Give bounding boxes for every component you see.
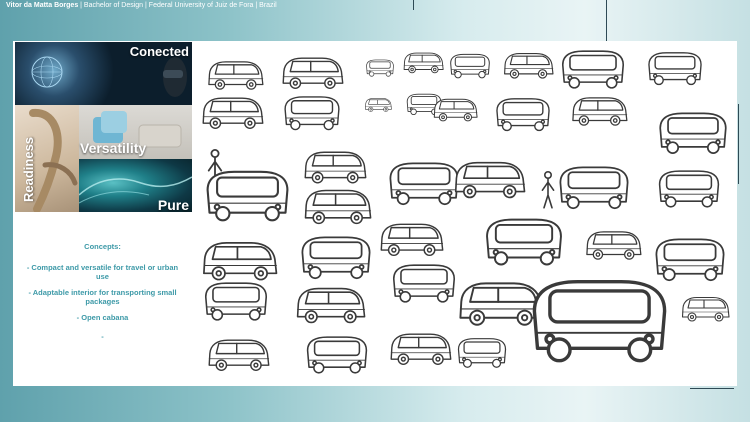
vehicle-sketch xyxy=(296,287,366,324)
vehicle-sketch xyxy=(486,218,562,266)
author-name: Vitor da Matta Borges xyxy=(6,2,79,9)
vehicle-sketch xyxy=(284,96,340,131)
vehicle-sketch xyxy=(559,166,629,210)
vehicle-sketch xyxy=(561,50,625,89)
vehicle-sketch xyxy=(403,52,444,74)
mood-word-connected: Conected xyxy=(129,44,189,59)
vehicle-sketch xyxy=(572,97,628,126)
vehicle-sketch xyxy=(457,338,507,368)
mood-word-pure: Pure xyxy=(157,197,189,212)
author-details: | Bachelor of Design | Federal Universit… xyxy=(80,2,277,9)
vehicle-sketch xyxy=(202,97,264,129)
page-header: Vitor da Matta Borges | Bachelor of Desi… xyxy=(6,2,277,9)
vehicle-sketch xyxy=(204,282,268,321)
vehicle-sketch xyxy=(203,242,278,281)
vehicle-sketch xyxy=(208,339,270,371)
vehicle-sketch xyxy=(304,151,367,184)
vehicle-sketch xyxy=(208,61,264,90)
vehicle-sketch xyxy=(365,98,392,112)
person-sketch xyxy=(541,171,555,209)
vehicle-sketch xyxy=(390,333,452,365)
vehicle-sketch xyxy=(301,236,371,280)
vehicle-sketch xyxy=(648,52,702,86)
vehicle-sketch xyxy=(392,264,456,303)
vehicle-sketch xyxy=(206,170,289,222)
vehicle-sketch xyxy=(282,57,344,89)
concept-item: - Adaptable interior for transporting sm… xyxy=(28,287,177,307)
moodboard: Conected Versatility Readiness Pure xyxy=(15,42,192,212)
concepts-title: Concepts: xyxy=(84,242,121,251)
vehicle-sketch xyxy=(681,296,730,322)
deco-line-bottom xyxy=(690,388,734,389)
concept-item: - Open cabana xyxy=(76,312,129,322)
vehicle-sketch xyxy=(380,223,444,257)
vehicle-sketch xyxy=(366,59,394,77)
mood-word-versatility: Versatility xyxy=(80,140,147,156)
vehicle-sketch xyxy=(433,98,478,122)
vehicle-sketch xyxy=(496,98,550,132)
concept-item: - Compact and versatile for travel or ur… xyxy=(26,263,179,282)
vehicle-sketch xyxy=(532,279,667,363)
deco-line-right xyxy=(738,104,739,184)
vehicle-sketch xyxy=(304,189,372,225)
vehicle-sketch xyxy=(655,238,725,282)
vehicle-sketches xyxy=(202,50,730,374)
vehicle-sketch xyxy=(658,170,720,208)
vehicle-sketch xyxy=(586,231,642,260)
deco-line-top xyxy=(413,0,414,10)
concepts-list: - Compact and versatile for travel or ur… xyxy=(20,263,185,322)
deco-line-top xyxy=(606,0,607,42)
vehicle-sketch xyxy=(450,53,490,79)
vehicle-sketch xyxy=(389,162,459,206)
vehicle-sketch xyxy=(659,112,727,154)
vehicle-sketch xyxy=(306,336,368,374)
concept-item-trailing: - xyxy=(101,331,104,341)
vehicle-sketch xyxy=(454,161,526,199)
vehicle-sketch xyxy=(459,282,544,326)
mood-word-readiness: Readiness xyxy=(21,136,36,202)
vehicle-sketch xyxy=(504,53,554,79)
concepts-section: Concepts: - Compact and versatile for tr… xyxy=(20,242,185,341)
